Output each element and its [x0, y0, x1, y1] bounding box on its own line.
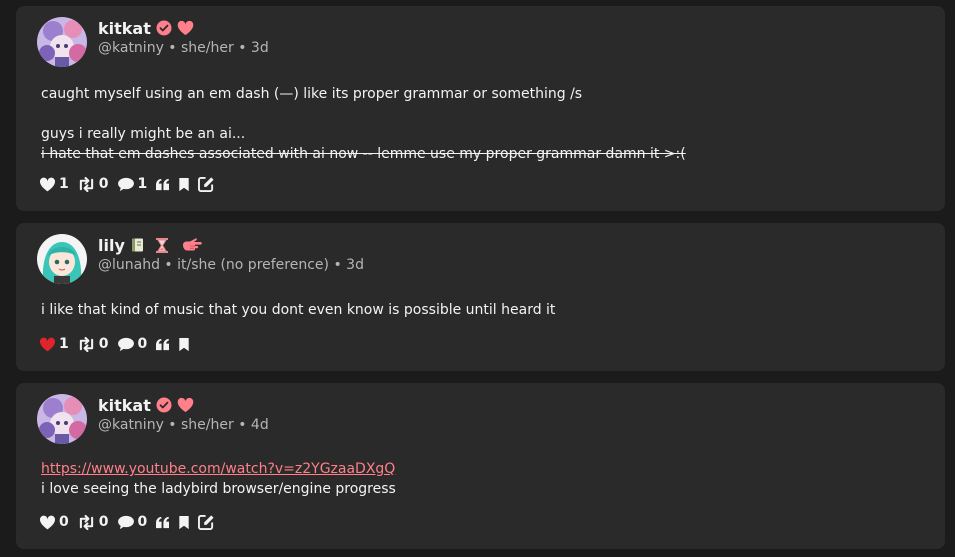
bookmark-button[interactable] — [178, 515, 190, 530]
post-card[interactable]: lily @lunahd • it/she (no preference) • … — [16, 223, 945, 371]
quote-button[interactable] — [155, 338, 170, 351]
heart-badge-icon — [177, 397, 194, 413]
post-text-strikethrough: i hate that em dashes associated with ai… — [41, 146, 686, 162]
repost-icon — [79, 336, 93, 352]
edit-icon — [198, 176, 214, 192]
comment-icon — [117, 515, 134, 529]
reply-button[interactable]: 0 — [117, 336, 152, 352]
post-text-line: caught myself using an em dash (—) like … — [41, 86, 583, 102]
post-content: caught myself using an em dash (—) like … — [41, 84, 686, 164]
post-text-line: i like that kind of music that you dont … — [41, 302, 556, 318]
heart-icon — [39, 515, 56, 529]
quote-button[interactable] — [155, 516, 170, 529]
repost-button[interactable]: 0 — [77, 514, 113, 530]
book-emoji-icon — [130, 237, 146, 253]
reply-count: 1 — [137, 176, 148, 192]
heart-icon — [39, 177, 56, 191]
reply-button[interactable]: 1 — [117, 176, 152, 192]
reply-count: 0 — [137, 336, 148, 352]
avatar[interactable] — [37, 234, 87, 284]
display-name[interactable]: lily — [98, 236, 125, 255]
like-button[interactable]: 0 — [39, 514, 73, 530]
post-feed: kitkat @katniny • she/her • 3d caught my… — [0, 0, 955, 557]
post-content: i like that kind of music that you dont … — [41, 300, 555, 320]
comment-icon — [117, 177, 134, 191]
repost-count: 0 — [98, 514, 109, 530]
like-button[interactable]: 1 — [39, 336, 73, 352]
edit-button[interactable] — [198, 176, 215, 192]
bookmark-icon — [179, 337, 189, 351]
like-count: 1 — [59, 176, 69, 192]
repost-icon — [79, 514, 93, 530]
post-link[interactable]: https://www.youtube.com/watch?v=z2YGzaaD… — [41, 461, 395, 477]
quote-icon — [156, 516, 170, 528]
display-name[interactable]: kitkat — [98, 19, 151, 38]
repost-count: 0 — [98, 336, 109, 352]
author-row: lily — [98, 234, 203, 256]
post-meta: @lunahd • it/she (no preference) • 3d — [98, 257, 364, 273]
post-card[interactable]: kitkat @katniny • she/her • 4d https://w… — [16, 383, 945, 549]
repost-button[interactable]: 0 — [77, 176, 113, 192]
bookmark-icon — [179, 515, 189, 529]
like-count: 1 — [59, 336, 69, 352]
post-actions: 1 0 0 — [39, 335, 190, 353]
hourglass-emoji-icon — [154, 237, 170, 254]
post-meta: @katniny • she/her • 3d — [98, 40, 269, 56]
post-card[interactable]: kitkat @katniny • she/her • 3d caught my… — [16, 6, 945, 211]
comment-icon — [117, 337, 134, 351]
verified-check-icon — [156, 397, 172, 413]
heart-liked-icon — [39, 337, 56, 351]
display-name[interactable]: kitkat — [98, 396, 151, 415]
bookmark-icon — [179, 177, 189, 191]
post-content: https://www.youtube.com/watch?v=z2YGzaaD… — [41, 459, 396, 499]
repost-count: 0 — [98, 176, 109, 192]
avatar[interactable] — [37, 394, 87, 444]
heart-badge-icon — [177, 20, 194, 36]
author-row: kitkat — [98, 394, 194, 416]
quote-icon — [156, 178, 170, 190]
post-text-line: guys i really might be an ai... — [41, 126, 246, 142]
bookmark-button[interactable] — [178, 337, 190, 352]
avatar[interactable] — [37, 17, 87, 67]
post-actions: 0 0 0 — [39, 513, 215, 531]
repost-button[interactable]: 0 — [77, 336, 113, 352]
quote-button[interactable] — [155, 178, 170, 191]
bookmark-button[interactable] — [178, 177, 190, 192]
like-button[interactable]: 1 — [39, 176, 73, 192]
edit-button[interactable] — [198, 514, 215, 530]
edit-icon — [198, 514, 214, 530]
quote-icon — [156, 338, 170, 350]
post-actions: 1 0 1 — [39, 175, 215, 193]
like-count: 0 — [59, 514, 69, 530]
reply-button[interactable]: 0 — [117, 514, 152, 530]
pointing-hand-emoji-icon — [181, 237, 203, 253]
repost-icon — [79, 176, 93, 192]
post-text-line: i love seeing the ladybird browser/engin… — [41, 481, 396, 497]
author-row: kitkat — [98, 17, 194, 39]
reply-count: 0 — [137, 514, 148, 530]
post-meta: @katniny • she/her • 4d — [98, 417, 269, 433]
verified-check-icon — [156, 20, 172, 36]
